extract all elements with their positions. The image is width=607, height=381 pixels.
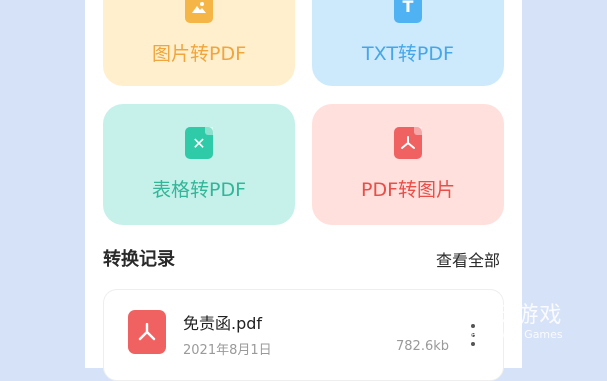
history-item-size: 782.6kb [396, 339, 449, 354]
pdf-to-image-button[interactable]: PDF转图片 [312, 104, 504, 225]
image-to-pdf-button[interactable]: 图片转PDF [103, 0, 295, 86]
history-item-date: 2021年8月1日 [183, 343, 272, 358]
image-file-icon [185, 0, 213, 23]
pdf-to-image-label: PDF转图片 [360, 179, 456, 201]
history-item-name: 免责函.pdf [183, 314, 263, 333]
excel-to-pdf-label: 表格转PDF [151, 179, 247, 201]
history-title: 转换记录 [103, 249, 175, 270]
history-item[interactable]: 免责函.pdf 2021年8月1日 782.6kb [103, 289, 504, 381]
pdf-file-icon [394, 127, 422, 159]
txt-to-pdf-label: TXT转PDF [362, 42, 454, 65]
image-to-pdf-label: 图片转PDF [151, 42, 247, 65]
excel-file-icon: ✕ [185, 127, 213, 159]
more-options-icon[interactable] [468, 324, 478, 346]
text-file-icon: T [394, 0, 422, 23]
txt-to-pdf-button[interactable]: T TXT转PDF [312, 0, 504, 86]
view-all-link[interactable]: 查看全部 [436, 247, 500, 271]
excel-to-pdf-button[interactable]: ✕ 表格转PDF [103, 104, 295, 225]
pdf-file-icon [128, 310, 166, 354]
